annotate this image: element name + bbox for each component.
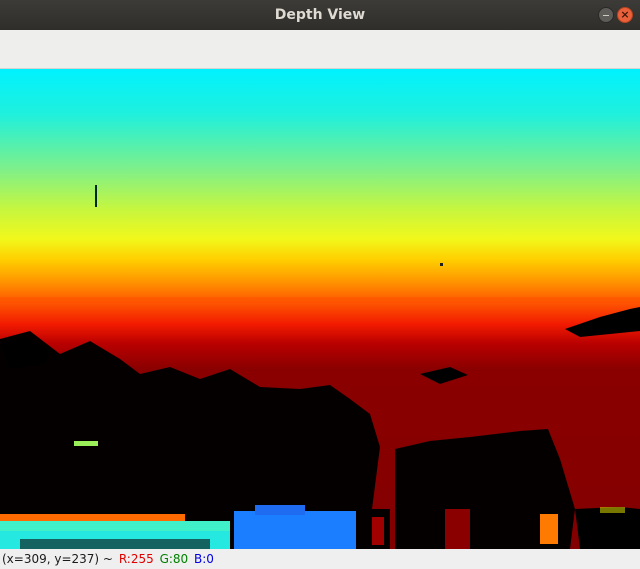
toolbar	[0, 30, 640, 69]
window-title: Depth View	[274, 7, 366, 23]
minimize-icon[interactable]	[598, 7, 614, 23]
status-bar: (x=309, y=237) ~ R:255 G:80 B:0	[0, 549, 640, 569]
pixel-green-value: G:80	[159, 552, 189, 566]
title-bar[interactable]: Depth View ×	[0, 0, 640, 30]
app-window: Depth View × (x=309, y=237) ~ R:255 G:80…	[0, 0, 640, 569]
close-icon[interactable]: ×	[617, 7, 633, 23]
depth-image-view[interactable]	[0, 69, 640, 549]
pixel-blue-value: B:0	[194, 552, 214, 566]
depth-image-overlay	[0, 185, 640, 549]
cursor-coordinates: (x=309, y=237) ~	[2, 552, 113, 566]
pixel-red-value: R:255	[118, 552, 154, 566]
